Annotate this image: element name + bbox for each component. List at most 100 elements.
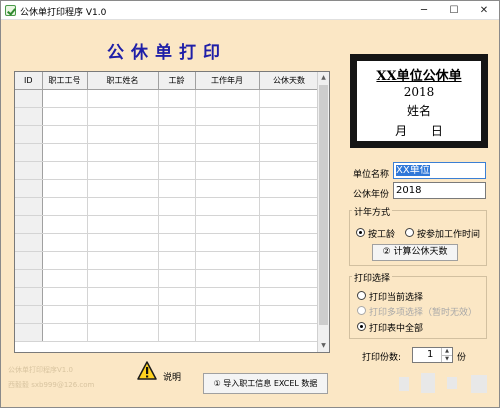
table-cell[interactable] xyxy=(259,269,320,288)
table-cell[interactable] xyxy=(15,251,43,270)
table-cell[interactable] xyxy=(15,197,43,216)
table-cell[interactable] xyxy=(87,179,159,198)
table-row[interactable] xyxy=(15,233,320,252)
table-row[interactable] xyxy=(15,143,320,162)
scroll-thumb[interactable] xyxy=(319,85,328,325)
table-cell[interactable] xyxy=(15,323,43,342)
table-cell[interactable] xyxy=(259,143,320,162)
maximize-button[interactable]: ☐ xyxy=(439,1,469,20)
table-cell[interactable] xyxy=(195,233,260,252)
table-cell[interactable] xyxy=(15,215,43,234)
copies-stepper[interactable]: 1 ▲ ▼ xyxy=(412,347,453,363)
table-cell[interactable] xyxy=(15,125,43,144)
scroll-up-icon[interactable]: ▲ xyxy=(318,72,329,84)
table-cell[interactable] xyxy=(259,125,320,144)
column-header-id[interactable]: ID xyxy=(15,72,43,90)
table-cell[interactable] xyxy=(195,323,260,342)
table-cell[interactable] xyxy=(195,107,260,126)
radio-print-all[interactable] xyxy=(357,322,366,331)
table-cell[interactable] xyxy=(158,197,196,216)
table-cell[interactable] xyxy=(195,143,260,162)
table-cell[interactable] xyxy=(195,161,260,180)
table-row[interactable] xyxy=(15,125,320,144)
title-bar[interactable]: 公休单打印程序 V1.0 ─ ☐ ✕ xyxy=(1,1,499,20)
table-cell[interactable] xyxy=(259,251,320,270)
spin-down-icon[interactable]: ▼ xyxy=(441,355,452,362)
column-header-employee-no[interactable]: 职工工号 xyxy=(42,72,88,90)
table-row[interactable] xyxy=(15,161,320,180)
table-cell[interactable] xyxy=(87,269,159,288)
table-row[interactable] xyxy=(15,269,320,288)
import-excel-button[interactable]: ① 导入职工信息 EXCEL 数据 xyxy=(203,373,328,394)
table-cell[interactable] xyxy=(259,233,320,252)
column-header-seniority[interactable]: 工龄 xyxy=(158,72,196,90)
table-cell[interactable] xyxy=(158,287,196,306)
table-cell[interactable] xyxy=(259,215,320,234)
table-cell[interactable] xyxy=(195,251,260,270)
table-row[interactable] xyxy=(15,107,320,126)
table-cell[interactable] xyxy=(195,179,260,198)
table-cell[interactable] xyxy=(15,305,43,324)
table-cell[interactable] xyxy=(87,161,159,180)
table-cell[interactable] xyxy=(42,161,88,180)
radio-print-current[interactable] xyxy=(357,291,366,300)
table-cell[interactable] xyxy=(15,107,43,126)
table-cell[interactable] xyxy=(87,251,159,270)
table-cell[interactable] xyxy=(42,323,88,342)
radio-print-multiple[interactable] xyxy=(357,306,366,315)
table-cell[interactable] xyxy=(158,143,196,162)
calc-leave-days-button[interactable]: ② 计算公休天数 xyxy=(372,244,458,261)
table-cell[interactable] xyxy=(87,287,159,306)
table-cell[interactable] xyxy=(158,323,196,342)
table-cell[interactable] xyxy=(42,251,88,270)
table-cell[interactable] xyxy=(158,107,196,126)
table-cell[interactable] xyxy=(195,269,260,288)
table-cell[interactable] xyxy=(158,215,196,234)
table-cell[interactable] xyxy=(42,269,88,288)
table-cell[interactable] xyxy=(15,143,43,162)
table-cell[interactable] xyxy=(42,125,88,144)
table-row[interactable] xyxy=(15,197,320,216)
table-cell[interactable] xyxy=(42,215,88,234)
warning-icon[interactable] xyxy=(137,361,157,380)
table-cell[interactable] xyxy=(87,125,159,144)
radio-by-seniority-label[interactable]: 按工龄 xyxy=(368,227,395,240)
table-cell[interactable] xyxy=(195,197,260,216)
table-cell[interactable] xyxy=(42,197,88,216)
table-cell[interactable] xyxy=(158,251,196,270)
minimize-button[interactable]: ─ xyxy=(409,1,439,20)
vertical-scrollbar[interactable]: ▲ ▼ xyxy=(317,72,329,352)
table-cell[interactable] xyxy=(158,125,196,144)
close-button[interactable]: ✕ xyxy=(469,1,499,20)
table-cell[interactable] xyxy=(15,233,43,252)
table-cell[interactable] xyxy=(42,179,88,198)
table-cell[interactable] xyxy=(87,143,159,162)
radio-print-current-label[interactable]: 打印当前选择 xyxy=(369,290,423,303)
scroll-down-icon[interactable]: ▼ xyxy=(318,340,329,352)
table-cell[interactable] xyxy=(259,287,320,306)
table-row[interactable] xyxy=(15,179,320,198)
table-cell[interactable] xyxy=(158,233,196,252)
explain-link[interactable]: 说明 xyxy=(163,370,181,383)
table-cell[interactable] xyxy=(195,215,260,234)
table-cell[interactable] xyxy=(15,269,43,288)
radio-by-work-start-label[interactable]: 按参加工作时间 xyxy=(417,227,480,240)
table-cell[interactable] xyxy=(87,215,159,234)
table-cell[interactable] xyxy=(15,161,43,180)
copies-value[interactable]: 1 xyxy=(427,349,433,360)
year-input[interactable]: 2018 xyxy=(393,182,486,199)
table-cell[interactable] xyxy=(259,89,320,108)
table-cell[interactable] xyxy=(42,233,88,252)
table-cell[interactable] xyxy=(15,89,43,108)
table-cell[interactable] xyxy=(158,269,196,288)
table-cell[interactable] xyxy=(87,89,159,108)
table-cell[interactable] xyxy=(42,287,88,306)
column-header-employee-name[interactable]: 职工姓名 xyxy=(87,72,159,90)
table-cell[interactable] xyxy=(195,287,260,306)
table-cell[interactable] xyxy=(15,287,43,306)
table-cell[interactable] xyxy=(42,89,88,108)
table-cell[interactable] xyxy=(87,323,159,342)
radio-print-all-label[interactable]: 打印表中全部 xyxy=(369,321,423,334)
table-cell[interactable] xyxy=(87,197,159,216)
table-cell[interactable] xyxy=(259,197,320,216)
